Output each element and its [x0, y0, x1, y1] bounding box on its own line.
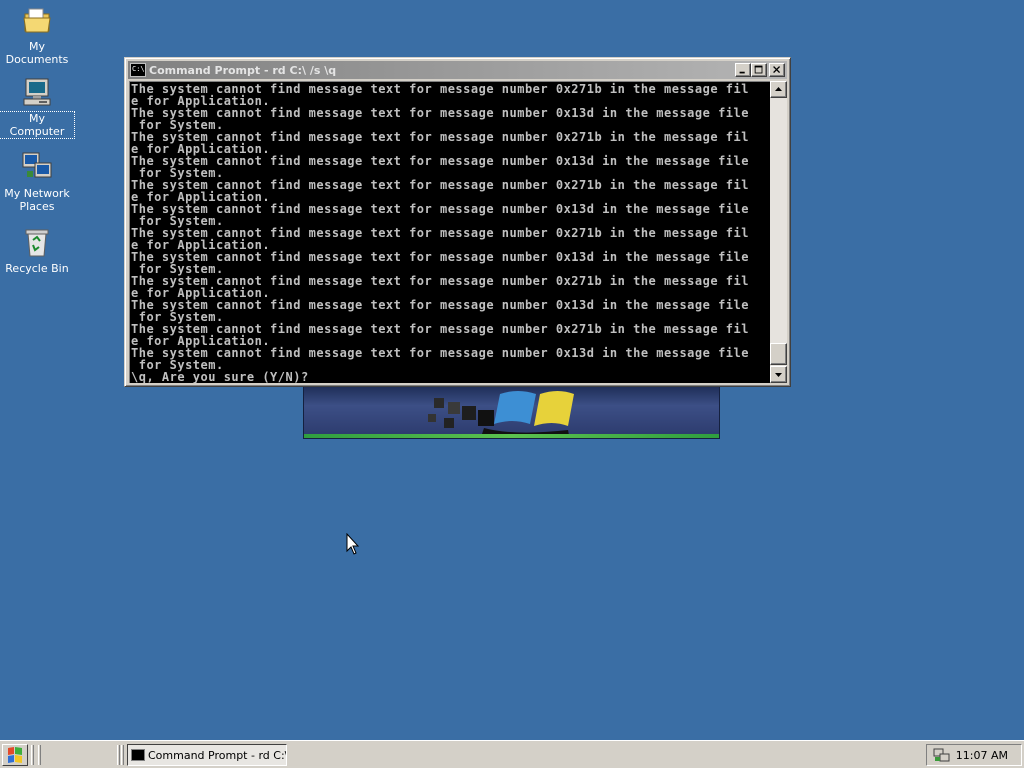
- taskbar-grip[interactable]: [121, 745, 124, 765]
- console-output[interactable]: The system cannot find message text for …: [129, 81, 770, 383]
- window-titlebar[interactable]: C:\ Command Prompt - rd C:\ /s \q: [128, 61, 787, 79]
- taskbar-button-label: Command Prompt - rd C:\...: [148, 748, 287, 762]
- maximize-button[interactable]: [751, 63, 767, 77]
- minimize-icon: [739, 71, 745, 74]
- desktop-icon-label: Recycle Bin: [5, 262, 69, 275]
- minimize-button[interactable]: [735, 63, 751, 77]
- system-tray: 11:07 AM: [926, 744, 1022, 766]
- mouse-pointer-icon: [346, 533, 360, 555]
- taskbar-grip[interactable]: [117, 745, 120, 765]
- maximize-icon: [754, 65, 763, 74]
- desktop-icon-my-documents[interactable]: My Documents: [0, 4, 74, 66]
- desktop-icon-my-computer[interactable]: My Computer: [0, 76, 75, 139]
- taskbar: Command Prompt - rd C:\... 11:07 AM: [0, 740, 1024, 768]
- vertical-scrollbar[interactable]: [770, 81, 787, 383]
- taskbar-button-command-prompt[interactable]: Command Prompt - rd C:\...: [127, 744, 287, 766]
- desktop-icon-my-network-places[interactable]: My Network Places: [0, 151, 74, 213]
- network-icon: [21, 151, 53, 183]
- taskbar-grip[interactable]: [31, 745, 34, 765]
- taskbar-grip[interactable]: [38, 745, 41, 765]
- console-app-icon: [131, 749, 145, 761]
- scroll-down-button[interactable]: [770, 366, 787, 383]
- arrow-down-icon: [775, 373, 782, 377]
- desktop-icon-label: My Documents: [5, 40, 69, 66]
- console-app-icon[interactable]: C:\: [130, 63, 146, 77]
- scroll-up-button[interactable]: [770, 81, 787, 98]
- close-button[interactable]: [769, 63, 785, 77]
- command-prompt-window[interactable]: C:\ Command Prompt - rd C:\ /s \q The sy…: [124, 57, 791, 387]
- close-icon: [773, 66, 781, 74]
- folder-icon: [21, 4, 53, 36]
- arrow-up-icon: [775, 87, 782, 91]
- background-splash-image: [303, 383, 720, 439]
- desktop-icon-label: My Computer: [0, 111, 75, 139]
- scroll-thumb[interactable]: [770, 343, 787, 365]
- clock[interactable]: 11:07 AM: [956, 749, 1008, 762]
- window-title: Command Prompt - rd C:\ /s \q: [149, 63, 337, 77]
- windows-logo-icon: [428, 384, 614, 438]
- console-text: The system cannot find message text for …: [131, 82, 749, 383]
- start-button[interactable]: [2, 744, 28, 766]
- desktop-icon-label: My Network Places: [4, 187, 70, 213]
- network-tray-icon[interactable]: [932, 746, 952, 764]
- windows-flag-icon: [8, 747, 22, 763]
- desktop-icon-recycle-bin[interactable]: Recycle Bin: [0, 226, 74, 275]
- recycle-bin-icon: [21, 226, 53, 258]
- computer-icon: [21, 76, 53, 108]
